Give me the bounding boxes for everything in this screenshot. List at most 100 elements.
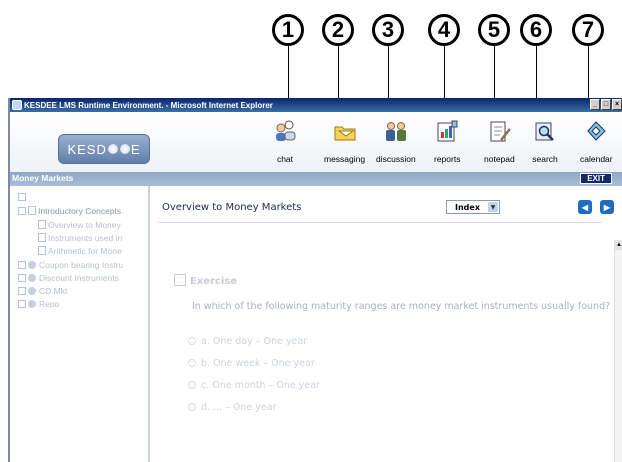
search-icon [532,118,558,144]
messaging-icon [332,118,358,144]
section-icon [28,287,36,295]
lms-header: KESD E chat messaging discussion reports… [10,112,622,172]
page-icon [38,233,46,242]
notepad-tool[interactable]: notepad [484,118,515,164]
discussion-label: discussion [376,154,416,164]
tree-item-page[interactable]: Arithmetic for Mone [38,246,122,256]
logo-globe-icon [119,144,130,154]
section-icon [28,300,36,308]
course-title: Money Markets [12,173,74,183]
tree-item-root[interactable]: Introductory Concepts [18,206,121,216]
question-text: In which of the following maturity range… [192,301,611,312]
window-title: KESDEE LMS Runtime Environment. - Micros… [24,100,273,110]
next-page-button[interactable]: ▶ [600,200,614,214]
callout-1: 1 [272,14,304,46]
tree-item-section[interactable]: Repo [18,299,59,309]
answer-option-label: c. One month – One year [201,380,320,391]
exercise-icon [174,274,186,286]
callout-5: 5 [478,14,510,46]
discussion-tool[interactable]: discussion [376,118,416,164]
tree-item-page[interactable]: Instruments used in [38,233,122,243]
callout-2: 2 [322,14,354,46]
tree-item-section[interactable]: Discount Instruments [18,273,119,283]
answer-option[interactable]: d. ... – One year [188,402,276,413]
reports-icon [434,118,460,144]
page-icon [38,246,46,255]
answer-option-label: b. One week – One year [201,358,315,369]
ie-icon [12,100,22,110]
scroll-up-icon[interactable]: ▲ [615,240,622,250]
logo-text-right: E [130,141,141,157]
tree-item-label: Coupon bearing Instru [39,260,124,270]
notepad-label: notepad [484,154,515,164]
calendar-tool[interactable]: calendar [580,118,613,164]
tree-item-label: Overview to Money [48,220,121,230]
logo-globe-icon [107,144,118,154]
title-divider [158,222,602,223]
index-dropdown[interactable]: Index ▼ [446,200,500,214]
exercise-heading: Exercise [174,274,237,287]
radio-icon [188,337,196,345]
search-tool[interactable]: search [532,118,558,164]
index-dropdown-value: Index [455,202,480,212]
discussion-icon [383,118,409,144]
radio-icon [188,381,196,389]
chat-tool[interactable]: chat [272,118,298,164]
tree-item-label: Discount Instruments [39,273,119,283]
tree-item-section[interactable]: Coupon bearing Instru [18,260,123,270]
window-titlebar: KESDEE LMS Runtime Environment. - Micros… [10,98,622,112]
close-button[interactable]: × [612,99,622,110]
chat-icon [272,118,298,144]
screenshot-canvas: 1 2 3 4 5 6 7 KESDEE LMS Runtime Environ… [0,0,622,462]
answer-option[interactable]: a. One day – One year [188,336,307,347]
window-controls: _ □ × [590,99,622,110]
messaging-tool[interactable]: messaging [324,118,365,164]
chevron-down-icon: ▼ [488,202,498,212]
callout-6: 6 [520,14,552,46]
callout-4: 4 [428,14,460,46]
page-title: Overview to Money Markets [162,202,302,213]
answer-option[interactable]: b. One week – One year [188,358,315,369]
content-pane: Overview to Money Markets Index ▼ ◀ ▶ ▲ … [152,186,622,462]
tree-item-section[interactable]: CD Mkt [18,286,67,296]
section-icon [28,261,36,269]
chat-label: chat [276,154,294,164]
tree-item-label: Repo [39,299,60,309]
tree-item-label: Arithmetic for Mone [48,246,122,256]
browser-window: KESDEE LMS Runtime Environment. - Micros… [8,98,622,462]
expand-icon [18,287,26,295]
calendar-icon [583,118,609,144]
prev-page-button[interactable]: ◀ [578,200,592,214]
exit-button[interactable]: EXIT [580,173,612,184]
reports-label: reports [434,154,461,164]
logo-text-left: KESD [67,141,107,157]
calendar-label: calendar [580,154,613,164]
course-bar: Money Markets EXIT [10,172,622,186]
radio-icon [188,359,196,367]
search-label: search [532,154,558,164]
expand-icon [18,300,26,308]
maximize-button[interactable]: □ [601,99,611,110]
folder-icon [28,206,36,215]
tree-item-page[interactable]: Overview to Money [38,220,121,230]
notepad-icon [486,118,512,144]
kesdee-logo: KESD E [58,134,150,164]
answer-option[interactable]: c. One month – One year [188,380,320,391]
section-icon [28,274,36,282]
minimize-button[interactable]: _ [590,99,600,110]
messaging-label: messaging [324,154,366,164]
tree-item-label: Instruments used in [48,233,123,243]
reports-tool[interactable]: reports [434,118,460,164]
tree-item-label: Introductory Concepts [38,206,122,216]
callout-3: 3 [372,14,404,46]
tree-toggle-icon[interactable] [18,192,28,202]
page-icon [38,220,46,229]
content-scrollbar[interactable]: ▲ [614,240,622,462]
tree-item-label: CD Mkt [39,286,68,296]
course-tree: Introductory Concepts Overview to Money … [10,186,150,462]
exercise-label: Exercise [190,276,238,287]
collapse-icon [18,207,26,215]
lms-body: Introductory Concepts Overview to Money … [10,186,622,462]
expand-icon [18,261,26,269]
radio-icon [188,403,196,411]
